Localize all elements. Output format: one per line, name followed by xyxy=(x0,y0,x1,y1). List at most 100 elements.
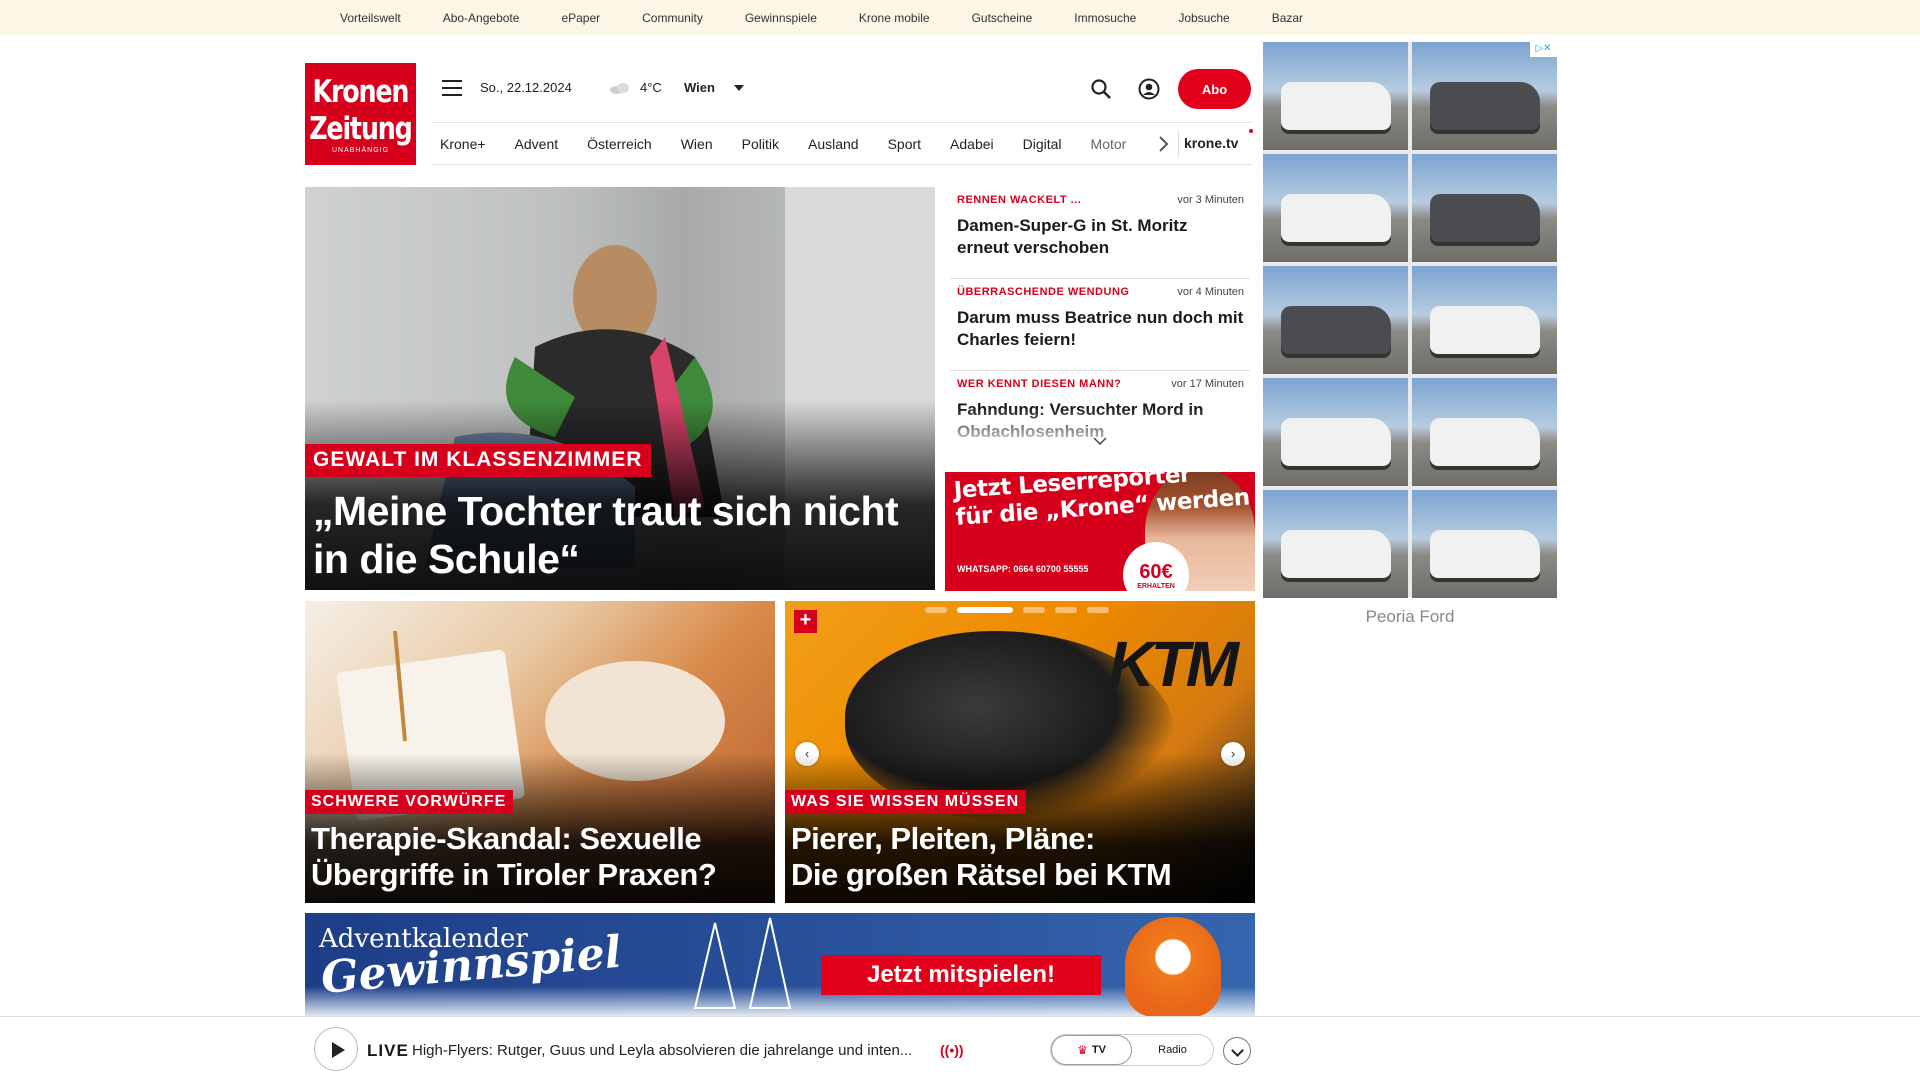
display-ad[interactable]: ▷✕ Peoria Ford xyxy=(1263,42,1557,626)
city-selector[interactable]: Wien xyxy=(684,80,715,95)
nav-item-advent[interactable]: Advent xyxy=(515,136,559,152)
nav-item-motor[interactable]: Motor xyxy=(1091,136,1127,152)
carousel-dot-active[interactable] xyxy=(957,607,1013,613)
carousel-dot[interactable] xyxy=(1055,607,1077,613)
reward-amount: 60€ xyxy=(1139,560,1173,583)
current-date: So., 22.12.2024 xyxy=(480,80,572,95)
carousel-dots xyxy=(925,607,1119,613)
user-account-icon[interactable] xyxy=(1138,78,1160,100)
service-link-epaper[interactable]: ePaper xyxy=(561,11,600,25)
news-time: vor 17 Minuten xyxy=(1171,378,1244,390)
service-link-community[interactable]: Community xyxy=(642,11,703,25)
carousel-dot[interactable] xyxy=(925,607,947,613)
nav-item-krone-tv[interactable]: krone.tv xyxy=(1184,135,1238,151)
service-link-vorteilswelt[interactable]: Vorteilswelt xyxy=(340,11,401,25)
teaser-headline-line-1: Therapie-Skandal: Sexuelle xyxy=(311,821,702,856)
nav-item-politik[interactable]: Politik xyxy=(742,136,779,152)
kronen-zeitung-logo[interactable]: Kronen Zeitung UNABHÄNGIG xyxy=(305,63,416,165)
city-dropdown-caret-icon[interactable] xyxy=(734,85,744,91)
teaser-kicker: WAS SIE WISSEN MÜSSEN xyxy=(785,790,1027,814)
krone-plus-icon: + xyxy=(794,610,817,633)
teaser-headline-line-2: Die großen Rätsel bei KTM xyxy=(791,857,1172,892)
live-player-bar: LIVE High-Flyers: Rutger, Guus und Leyla… xyxy=(0,1016,1920,1080)
ad-truck-image[interactable] xyxy=(1263,490,1408,598)
teaser-headline[interactable]: Therapie-Skandal: Sexuelle Übergriffe in… xyxy=(311,821,717,893)
cloud-icon xyxy=(610,83,629,94)
ad-truck-image[interactable] xyxy=(1263,378,1408,486)
news-headline[interactable]: Damen-Super-G in St. Moritz erneut versc… xyxy=(957,215,1244,259)
main-navigation: Krone+ Advent Österreich Wien Politik Au… xyxy=(432,122,1253,165)
ad-truck-image[interactable] xyxy=(1263,154,1408,262)
nav-item-adabei[interactable]: Adabei xyxy=(950,136,994,152)
expand-player-icon[interactable] xyxy=(1223,1037,1251,1065)
ad-advertiser[interactable]: Peoria Ford xyxy=(1263,607,1557,627)
carousel-dot[interactable] xyxy=(1023,607,1045,613)
carousel-dot[interactable] xyxy=(1087,607,1109,613)
nav-item-ausland[interactable]: Ausland xyxy=(808,136,859,152)
logo-line-1: Kronen xyxy=(312,74,410,110)
service-link-gutscheine[interactable]: Gutscheine xyxy=(972,11,1033,25)
ad-truck-image[interactable] xyxy=(1263,42,1408,150)
search-icon[interactable] xyxy=(1090,78,1112,100)
logo-line-2: Zeitung xyxy=(309,111,413,147)
service-links: Vorteilswelt Abo-Angebote ePaper Communi… xyxy=(340,0,1345,35)
tv-toggle-option[interactable]: ♛ TV xyxy=(1051,1035,1133,1065)
ad-truck-image[interactable] xyxy=(1412,42,1557,150)
service-link-jobsuche[interactable]: Jobsuche xyxy=(1178,11,1229,25)
list-item[interactable]: RENNEN WACKELT ... vor 3 Minuten Damen-S… xyxy=(950,187,1250,279)
latest-news-list: RENNEN WACKELT ... vor 3 Minuten Damen-S… xyxy=(950,187,1250,445)
hamburger-menu-icon[interactable] xyxy=(442,80,462,96)
service-link-abo-angebote[interactable]: Abo-Angebote xyxy=(443,11,520,25)
teaser-headline[interactable]: Pierer, Pleiten, Pläne: Die großen Rätse… xyxy=(791,821,1172,893)
tv-label: TV xyxy=(1091,1044,1106,1056)
teaser-headline-line-2: Übergriffe in Tiroler Praxen? xyxy=(311,857,717,892)
temperature: 4°C xyxy=(640,80,662,95)
radio-toggle-option[interactable]: Radio xyxy=(1132,1035,1213,1065)
ad-image-grid xyxy=(1263,42,1557,598)
leserreporter-banner[interactable]: Jetzt Leserreporter für die „Krone“ werd… xyxy=(945,472,1255,591)
play-icon[interactable] xyxy=(314,1027,358,1071)
crown-icon: ♛ xyxy=(1077,1043,1088,1057)
nav-divider xyxy=(1178,131,1179,157)
adventkalender-banner[interactable]: Adventkalender Gewinnspiel Jetzt mitspie… xyxy=(305,913,1255,1016)
list-item[interactable]: ÜBERRASCHENDE WENDUNG vor 4 Minuten Daru… xyxy=(950,279,1250,371)
tree-icon xyxy=(693,917,792,1009)
article-teaser-therapie[interactable]: SCHWERE VORWÜRFE Therapie-Skandal: Sexue… xyxy=(305,601,775,903)
ad-truck-image[interactable] xyxy=(1412,266,1557,374)
nav-item-oesterreich[interactable]: Österreich xyxy=(587,136,652,152)
ad-truck-image[interactable] xyxy=(1412,490,1557,598)
nav-item-wien[interactable]: Wien xyxy=(681,136,713,152)
service-link-krone-mobile[interactable]: Krone mobile xyxy=(859,11,930,25)
hero-article[interactable]: GEWALT IM KLASSENZIMMER „Meine Tochter t… xyxy=(305,187,935,590)
service-link-bazar[interactable]: Bazar xyxy=(1272,11,1303,25)
nav-item-sport[interactable]: Sport xyxy=(888,136,921,152)
live-dot-icon xyxy=(1249,129,1253,133)
teaser-kicker: SCHWERE VORWÜRFE xyxy=(305,790,514,814)
chevron-down-icon[interactable] xyxy=(1092,436,1108,446)
chevron-right-icon[interactable] xyxy=(1156,135,1170,153)
service-link-gewinnspiele[interactable]: Gewinnspiele xyxy=(745,11,817,25)
news-time: vor 4 Minuten xyxy=(1177,286,1244,298)
ad-truck-image[interactable] xyxy=(1263,266,1408,374)
whatsapp-number: WHATSAPP: 0664 60700 55555 xyxy=(957,564,1089,574)
service-bar: Vorteilswelt Abo-Angebote ePaper Communi… xyxy=(0,0,1920,35)
ad-truck-image[interactable] xyxy=(1412,378,1557,486)
nav-item-krone-plus[interactable]: Krone+ xyxy=(440,136,486,152)
adchoices-icon[interactable]: ▷✕ xyxy=(1530,42,1557,57)
reward-label: ERHALTEN xyxy=(1137,582,1175,590)
tv-radio-toggle: ♛ TV Radio xyxy=(1050,1034,1214,1066)
hero-headline[interactable]: „Meine Tochter traut sich nicht in die S… xyxy=(313,487,913,583)
broadcast-icon: ((•)) xyxy=(940,1042,964,1058)
play-now-button[interactable]: Jetzt mitspielen! xyxy=(821,955,1101,995)
nav-item-digital[interactable]: Digital xyxy=(1023,136,1062,152)
abo-button[interactable]: Abo xyxy=(1178,69,1251,109)
news-headline[interactable]: Darum muss Beatrice nun doch mit Charles… xyxy=(957,307,1244,351)
teaser-headline-line-1: Pierer, Pleiten, Pläne: xyxy=(791,821,1095,856)
now-playing-title[interactable]: High-Flyers: Rutger, Guus und Leyla abso… xyxy=(412,1042,932,1059)
fox-mascot-icon xyxy=(1125,917,1221,1016)
service-link-immosuche[interactable]: Immosuche xyxy=(1074,11,1136,25)
ad-truck-image[interactable] xyxy=(1412,154,1557,262)
logo-tagline: UNABHÄNGIG xyxy=(331,147,390,154)
hero-kicker: GEWALT IM KLASSENZIMMER xyxy=(305,444,652,477)
article-teaser-ktm[interactable]: KTM + ‹ › WAS SIE WISSEN MÜSSEN Pierer, … xyxy=(785,601,1255,903)
